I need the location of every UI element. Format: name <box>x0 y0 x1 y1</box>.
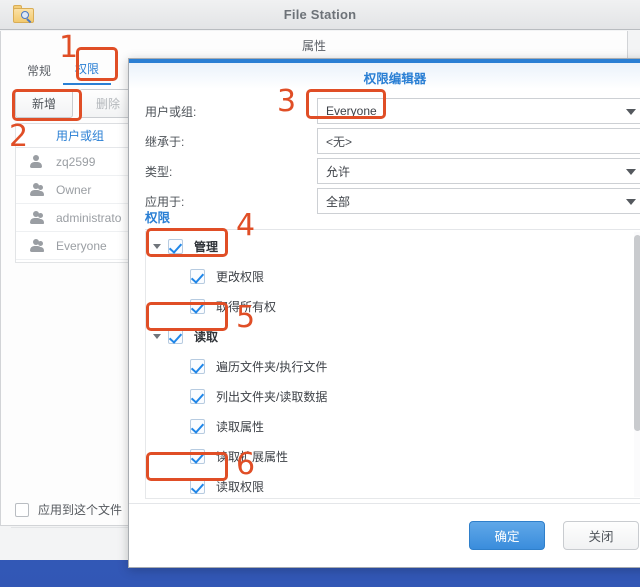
field-label-type: 类型: <box>145 164 173 179</box>
field-row-user-group: 用户或组: Everyone <box>145 97 640 125</box>
inherit-value-field: <无> <box>317 128 640 154</box>
user-name: zq2599 <box>56 154 96 169</box>
user-group-select[interactable]: Everyone <box>317 98 640 124</box>
permission-button-bar: 新增 删除 <box>15 89 138 118</box>
dialog-footer: 确定 关闭 <box>129 503 640 567</box>
permission-label: 更改权限 <box>216 269 265 284</box>
user-name: Owner <box>56 182 92 197</box>
permission-label: 取得所有权 <box>216 299 277 314</box>
chevron-down-icon <box>626 109 636 115</box>
type-value: 允许 <box>326 164 351 179</box>
field-label-user-group: 用户或组: <box>145 104 197 119</box>
permission-tree: 管理 更改权限 取得所有权 读取 遍历文件夹/执行文件 列出文件夹/读取数据 读… <box>145 231 640 499</box>
permission-label: 读取权限 <box>216 479 265 494</box>
permission-checkbox[interactable] <box>190 268 205 284</box>
properties-tabstrip: 常规 权限 <box>15 56 112 85</box>
permission-tree-scrollbar[interactable] <box>634 232 640 497</box>
tree-row[interactable]: 读取权限 <box>146 471 640 498</box>
tree-row[interactable]: 遍历文件夹/执行文件 <box>146 351 640 381</box>
apply-to-select[interactable]: 全部 <box>317 188 640 214</box>
tree-row[interactable]: 列出文件夹/读取数据 <box>146 381 640 411</box>
tree-row[interactable]: 读取属性 <box>146 411 640 441</box>
chevron-down-icon[interactable] <box>146 333 168 339</box>
permission-label: 管理 <box>194 239 219 254</box>
apply-to-file-checkbox[interactable] <box>15 502 29 517</box>
file-station-window: File Station 属性 常规 权限 新增 删除 用户或组 zq2599 <box>0 0 640 568</box>
window-titlebar: File Station <box>0 0 640 30</box>
permission-checkbox[interactable] <box>168 238 183 254</box>
group-icon <box>16 210 56 225</box>
user-list-header-label: 用户或组 <box>56 129 105 143</box>
permission-label: 读取扩展属性 <box>216 449 289 464</box>
permission-label: 读取属性 <box>216 419 265 434</box>
apply-to-file-row[interactable]: 应用到这个文件 <box>15 501 122 518</box>
field-label-inherit: 继承于: <box>145 134 185 149</box>
tree-row[interactable]: 读取扩展属性 <box>146 441 640 471</box>
group-icon <box>16 238 56 253</box>
tree-row[interactable]: 取得所有权 <box>146 291 640 321</box>
permission-checkbox[interactable] <box>190 418 205 434</box>
tree-row[interactable]: 更改权限 <box>146 261 640 291</box>
dialog-title: 权限编辑器 <box>363 72 427 86</box>
permission-label: 遍历文件夹/执行文件 <box>216 359 328 374</box>
field-label-apply-to: 应用于: <box>145 194 185 209</box>
inherit-value: <无> <box>326 134 353 149</box>
close-button[interactable]: 关闭 <box>563 521 639 550</box>
chevron-down-icon <box>626 199 636 205</box>
user-name: administrato <box>56 210 122 225</box>
scrollbar-thumb[interactable] <box>634 235 640 431</box>
permission-checkbox[interactable] <box>190 388 205 404</box>
user-name: Everyone <box>56 238 107 253</box>
chevron-down-icon <box>626 169 636 175</box>
permission-label: 读取 <box>194 329 219 344</box>
window-title: File Station <box>283 7 357 22</box>
permission-checkbox[interactable] <box>190 358 205 374</box>
field-row-apply-to: 应用于: 全部 <box>145 187 640 215</box>
permission-label: 列出文件夹/读取数据 <box>216 389 328 404</box>
permission-editor-dialog: 权限编辑器 用户或组: Everyone 继承于: <无> 类型: 允许 应用于… <box>128 58 640 568</box>
field-row-type: 类型: 允许 <box>145 157 640 185</box>
permissions-section-label: 权限 <box>145 211 171 225</box>
tab-permissions[interactable]: 权限 <box>63 56 112 85</box>
group-icon <box>16 182 56 197</box>
section-divider <box>145 229 640 230</box>
apply-to-value: 全部 <box>326 194 351 209</box>
permission-checkbox[interactable] <box>190 448 205 464</box>
properties-title: 属性 <box>301 39 326 53</box>
user-group-value: Everyone <box>326 104 377 118</box>
tree-row[interactable]: 管理 <box>146 231 640 261</box>
add-button[interactable]: 新增 <box>15 89 74 118</box>
tree-row[interactable]: 读取 <box>146 321 640 351</box>
type-select[interactable]: 允许 <box>317 158 640 184</box>
user-icon <box>16 154 56 169</box>
permission-checkbox[interactable] <box>168 328 183 344</box>
permission-checkbox[interactable] <box>190 298 205 314</box>
apply-to-file-label: 应用到这个文件 <box>38 503 123 517</box>
tab-general[interactable]: 常规 <box>15 58 63 85</box>
ok-button[interactable]: 确定 <box>469 521 545 550</box>
field-row-inherit: 继承于: <无> <box>145 127 640 155</box>
permission-checkbox[interactable] <box>190 478 205 494</box>
chevron-down-icon[interactable] <box>146 243 168 249</box>
